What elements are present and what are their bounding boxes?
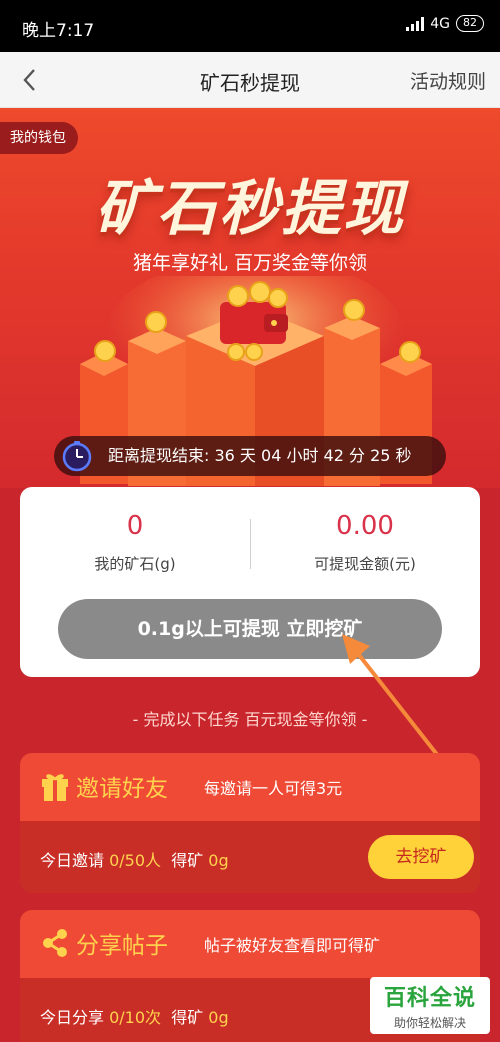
watermark-subtitle: 助你轻松解决 [393, 1016, 466, 1030]
countdown-banner: 距离提现结束: 36 天 04 小时 42 分 25 秒 [54, 436, 446, 476]
reward-value: 0g [208, 1008, 229, 1027]
battery-icon: 82 [456, 15, 484, 32]
reward-prefix: 得矿 [171, 851, 209, 870]
my-wallet-button[interactable]: 我的钱包 [0, 122, 78, 154]
ore-stat: 0 我的矿石(g) [20, 511, 250, 574]
status-bar: 晚上7:17 4G 82 [0, 0, 500, 52]
tasks-hint: - 完成以下任务 百元现金等你领 - [132, 710, 368, 729]
stopwatch-icon [62, 441, 92, 472]
countdown-text: 距离提现结束: 36 天 04 小时 42 分 25 秒 [108, 446, 412, 465]
task-progress: 今日分享 0/10次 得矿 0g [40, 1004, 229, 1028]
hero-banner: 我的钱包 矿石秒提现 猪年享好礼 百万奖金等你领 [0, 108, 500, 488]
task-header: 分享帖子 帖子被好友查看即可得矿 [20, 910, 480, 978]
hero-title: 矿石秒提现 [95, 174, 405, 244]
task-progress: 今日邀请 0/50人 得矿 0g [40, 847, 229, 871]
gift-icon [42, 774, 68, 801]
cash-value: 0.00 [336, 511, 394, 541]
task-title: 邀请好友 [76, 776, 168, 802]
ore-value: 0 [126, 511, 144, 541]
cash-label: 可提现金额(元) [314, 555, 416, 573]
progress-prefix: 今日邀请 [40, 851, 110, 870]
signal-icon [406, 16, 425, 31]
task-description: 每邀请一人可得3元 [204, 779, 343, 798]
task-description: 帖子被好友查看即可得矿 [204, 936, 381, 955]
status-time: 晚上7:17 [22, 21, 95, 41]
progress-value: 0/10次 [109, 1008, 162, 1027]
nav-bar: 矿石秒提现 活动规则 [0, 52, 500, 108]
progress-prefix: 今日分享 [40, 1008, 110, 1027]
task-invite-friends: 邀请好友 每邀请一人可得3元 今日邀请 0/50人 得矿 0g 去挖矿 [20, 753, 480, 893]
share-icon [43, 929, 67, 957]
watermark-logo: 百科全说 助你轻松解决 [370, 977, 490, 1034]
ore-label: 我的矿石(g) [94, 555, 176, 573]
go-mine-button[interactable]: 去挖矿 [368, 835, 474, 879]
status-icons: 4G 82 [406, 15, 484, 32]
network-type: 4G [430, 15, 450, 32]
reward-value: 0g [208, 851, 229, 870]
progress-value: 0/50人 [109, 851, 162, 870]
reward-prefix: 得矿 [171, 1008, 209, 1027]
hero-subtitle: 猪年享好礼 百万奖金等你领 [132, 252, 368, 274]
activity-rules-link[interactable]: 活动规则 [410, 67, 486, 94]
watermark-title: 百科全说 [383, 986, 476, 1011]
task-header: 邀请好友 每邀请一人可得3元 [20, 753, 480, 821]
cash-stat: 0.00 可提现金额(元) [250, 511, 480, 574]
task-title: 分享帖子 [76, 933, 168, 959]
